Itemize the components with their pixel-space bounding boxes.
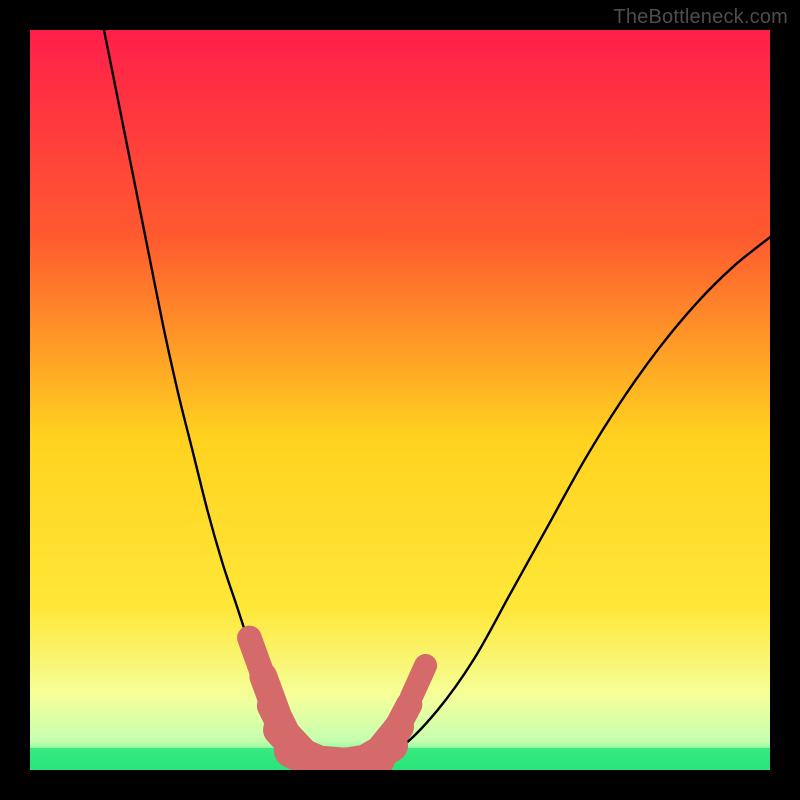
plot-area [30, 30, 770, 770]
data-marker-end [254, 667, 273, 686]
data-marker-end [418, 658, 434, 674]
data-marker-end [241, 629, 258, 646]
chart-frame: TheBottleneck.com [0, 0, 800, 800]
bottleneck-chart [30, 30, 770, 770]
gradient-background [30, 30, 770, 770]
data-marker-end [382, 730, 400, 748]
watermark-label: TheBottleneck.com [613, 6, 788, 29]
data-marker-end [262, 696, 282, 716]
data-marker-end [404, 689, 420, 705]
